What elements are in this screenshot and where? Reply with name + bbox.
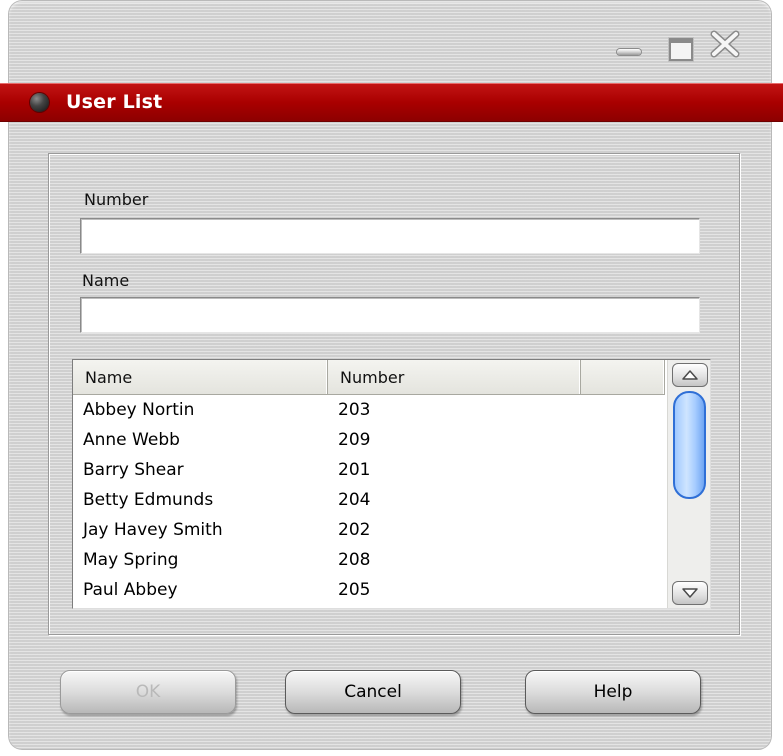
close-icon[interactable]: [710, 30, 740, 58]
number-label: Number: [84, 190, 149, 209]
user-name: Paul Abbey: [83, 580, 178, 600]
list-rows: Abbey Nortin 203 Anne Webb 209 Barry She…: [73, 395, 665, 606]
scroll-up-arrow-icon: [682, 370, 698, 380]
user-name: Abbey Nortin: [83, 400, 195, 420]
user-number: 204: [338, 490, 371, 510]
user-list[interactable]: Name Number Abbey Nortin 203 Anne Webb 2…: [72, 359, 711, 609]
list-item[interactable]: May Spring 208: [73, 545, 665, 575]
title-bar: User List: [0, 83, 783, 122]
window-title: User List: [66, 91, 163, 113]
maximize-icon[interactable]: [667, 36, 695, 61]
cancel-button[interactable]: Cancel: [285, 670, 461, 714]
minimize-icon[interactable]: [615, 36, 643, 56]
column-header-blank[interactable]: [581, 360, 665, 394]
user-name: Barry Shear: [83, 460, 184, 480]
user-number: 208: [338, 550, 371, 570]
name-label: Name: [82, 271, 130, 290]
user-name: Betty Edmunds: [83, 490, 214, 510]
scroll-down-button[interactable]: [672, 581, 708, 605]
close-icon-glyph: [710, 30, 740, 58]
scroll-down-arrow-icon: [682, 588, 698, 598]
list-header: Name Number: [73, 360, 665, 395]
column-header-number[interactable]: Number: [328, 360, 581, 394]
user-number: 205: [338, 580, 371, 600]
list-item[interactable]: Abbey Nortin 203: [73, 395, 665, 425]
list-item[interactable]: Barry Shear 201: [73, 455, 665, 485]
user-name: Anne Webb: [83, 430, 180, 450]
user-number: 203: [338, 400, 371, 420]
user-number: 209: [338, 430, 371, 450]
ok-button[interactable]: OK: [60, 670, 236, 714]
user-name: Jay Havey Smith: [83, 520, 223, 540]
list-item[interactable]: Anne Webb 209: [73, 425, 665, 455]
number-field[interactable]: [80, 218, 700, 254]
scroll-up-button[interactable]: [672, 363, 708, 387]
list-item[interactable]: Jay Havey Smith 202: [73, 515, 665, 545]
list-item[interactable]: Paul Abbey 205: [73, 575, 665, 605]
user-number: 201: [338, 460, 371, 480]
list-item[interactable]: Betty Edmunds 204: [73, 485, 665, 515]
window-bullet-icon: [30, 93, 49, 112]
column-header-name[interactable]: Name: [73, 360, 328, 394]
user-number: 202: [338, 520, 371, 540]
name-field[interactable]: [80, 297, 700, 333]
vertical-scrollbar[interactable]: [667, 360, 710, 608]
user-name: May Spring: [83, 550, 179, 570]
help-button[interactable]: Help: [525, 670, 701, 714]
scrollbar-thumb[interactable]: [673, 391, 706, 499]
